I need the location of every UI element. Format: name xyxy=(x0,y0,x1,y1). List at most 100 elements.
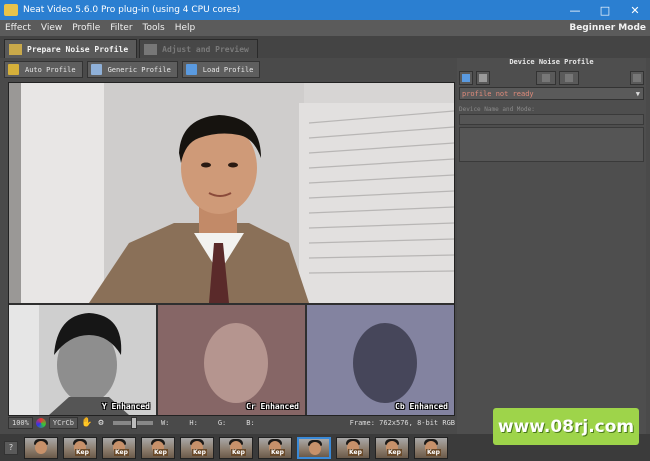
brightness-slider[interactable] xyxy=(112,417,153,429)
menu-help[interactable]: Help xyxy=(170,23,201,33)
device-noise-profile-panel: Device Noise Profile profile not ready ▼… xyxy=(457,58,646,434)
cr-channel-preview[interactable]: Cr Enhanced xyxy=(158,305,305,415)
frame-thumbnail[interactable]: Kep xyxy=(414,436,448,459)
frame-thumbnail[interactable]: Kep xyxy=(141,436,175,459)
keyframe-badge: Kep xyxy=(192,448,207,456)
portrait-photo xyxy=(9,83,454,303)
app-icon xyxy=(4,4,18,16)
undo-button[interactable] xyxy=(536,71,556,85)
close-button[interactable]: ✕ xyxy=(620,0,650,20)
tab-label: Prepare Noise Profile xyxy=(27,44,129,54)
options-button[interactable] xyxy=(630,71,644,85)
status-bar: 100% YCrCb ✋ ⚙ W: H: G: B: Frame: 762x57… xyxy=(8,416,455,430)
green-readout: G: xyxy=(217,419,227,427)
cr-channel-image xyxy=(158,305,305,415)
redo-icon xyxy=(565,74,573,82)
mode-indicator[interactable]: Beginner Mode xyxy=(569,23,646,33)
auto-profile-label: Auto Profile xyxy=(25,65,76,74)
tab-prepare-noise-profile[interactable]: Prepare Noise Profile xyxy=(4,39,138,58)
panel-title: Device Noise Profile xyxy=(509,58,594,66)
panel-toolbar xyxy=(457,70,646,86)
gear-icon[interactable]: ⚙ xyxy=(95,417,107,429)
hand-icon[interactable]: ✋ xyxy=(81,417,93,429)
title-bar: Neat Video 5.6.0 Pro plug-in (using 4 CP… xyxy=(0,0,650,20)
device-name-label: Device Name and Mode: xyxy=(459,106,535,113)
cb-channel-image xyxy=(307,305,454,415)
prepare-icon xyxy=(9,43,22,55)
slider-knob[interactable] xyxy=(130,417,137,429)
menu-tools[interactable]: Tools xyxy=(138,23,170,33)
minimize-button[interactable]: — xyxy=(560,0,590,20)
frame-thumbnail[interactable]: Kep xyxy=(102,436,136,459)
frame-thumbnail[interactable] xyxy=(24,436,58,459)
help-button[interactable]: ? xyxy=(4,440,18,455)
cb-channel-preview[interactable]: Cb Enhanced xyxy=(307,305,454,415)
watermark: www.08rj.com xyxy=(493,408,639,445)
folder-icon xyxy=(185,64,197,75)
wand-icon xyxy=(8,64,19,75)
generic-profile-label: Generic Profile xyxy=(107,65,171,74)
width-readout: W: xyxy=(160,419,170,427)
frame-thumbnail[interactable]: Kep xyxy=(63,436,97,459)
menu-profile[interactable]: Profile xyxy=(67,23,105,33)
adjust-icon xyxy=(144,43,158,55)
save-icon xyxy=(479,74,487,82)
frame-thumbnail[interactable]: Kep xyxy=(375,436,409,459)
keyframe-badge: Kep xyxy=(426,448,441,456)
menu-view[interactable]: View xyxy=(36,23,67,33)
load-profile-button[interactable]: Load Profile xyxy=(181,61,261,78)
cb-enhanced-label: Cb Enhanced xyxy=(395,402,448,411)
open-profile-button[interactable] xyxy=(459,71,473,85)
save-profile-button[interactable] xyxy=(476,71,490,85)
options-icon xyxy=(633,74,641,82)
image-viewer[interactable]: Y Enhanced Cr Enhanced Cb Enhanced xyxy=(8,82,455,416)
thumb-face xyxy=(309,441,321,455)
frame-info: Frame: 762x576, 8-bit RGB xyxy=(349,419,455,427)
y-channel-preview[interactable]: Y Enhanced xyxy=(9,305,156,415)
zoom-select[interactable]: 100% xyxy=(8,417,33,429)
menu-bar: Effect View Profile Filter Tools Help Be… xyxy=(0,20,650,36)
colorspace-select[interactable]: YCrCb xyxy=(48,417,78,429)
undo-icon xyxy=(542,74,550,82)
color-space-icon xyxy=(35,418,46,428)
y-enhanced-label: Y Enhanced xyxy=(101,402,150,411)
channel-previews: Y Enhanced Cr Enhanced Cb Enhanced xyxy=(9,305,454,415)
frame-thumbnail[interactable]: Kep xyxy=(219,436,253,459)
frame-thumbnail[interactable]: Kep xyxy=(258,436,292,459)
profile-toolbar: Auto Profile Generic Profile Load Profil… xyxy=(4,60,454,79)
main-preview-image[interactable] xyxy=(9,83,454,303)
maximize-button[interactable]: □ xyxy=(590,0,620,20)
generic-profile-button[interactable]: Generic Profile xyxy=(86,61,178,78)
keyframe-badge: Kep xyxy=(114,448,129,456)
tab-adjust-and-preview[interactable]: Adjust and Preview xyxy=(139,39,258,58)
frame-thumbnail[interactable]: Kep xyxy=(180,436,214,459)
tab-bar: Prepare Noise Profile Adjust and Preview xyxy=(0,36,650,58)
frame-thumbnail[interactable]: Kep xyxy=(336,436,370,459)
device-notes-field[interactable] xyxy=(459,127,644,162)
cr-enhanced-label: Cr Enhanced xyxy=(246,402,299,411)
keyframe-badge: Kep xyxy=(387,448,402,456)
height-readout: H: xyxy=(189,419,198,427)
y-channel-image xyxy=(9,305,156,415)
menu-filter[interactable]: Filter xyxy=(105,23,137,33)
tab-label: Adjust and Preview xyxy=(162,44,249,54)
window-title: Neat Video 5.6.0 Pro plug-in (using 4 CP… xyxy=(23,5,241,15)
keyframe-badge: Kep xyxy=(75,448,90,456)
blue-readout: B: xyxy=(246,419,255,427)
folder-icon xyxy=(462,74,470,82)
generic-profile-icon xyxy=(90,64,102,75)
redo-button[interactable] xyxy=(559,71,579,85)
keyframe-badge: Kep xyxy=(231,448,246,456)
device-name-field[interactable] xyxy=(459,114,644,125)
keyframe-badge: Kep xyxy=(153,448,168,456)
auto-profile-button[interactable]: Auto Profile xyxy=(4,61,83,78)
load-profile-label: Load Profile xyxy=(202,65,254,74)
chevron-down-icon: ▼ xyxy=(635,89,640,98)
profile-status-text: profile not ready xyxy=(462,89,534,98)
thumb-face xyxy=(35,440,47,454)
profile-status-dropdown[interactable]: profile not ready ▼ xyxy=(459,87,644,100)
frame-thumbnail-selected[interactable] xyxy=(297,436,331,459)
keyframe-badge: Kep xyxy=(270,448,285,456)
menu-effect[interactable]: Effect xyxy=(0,23,36,33)
keyframe-badge: Kep xyxy=(348,448,363,456)
